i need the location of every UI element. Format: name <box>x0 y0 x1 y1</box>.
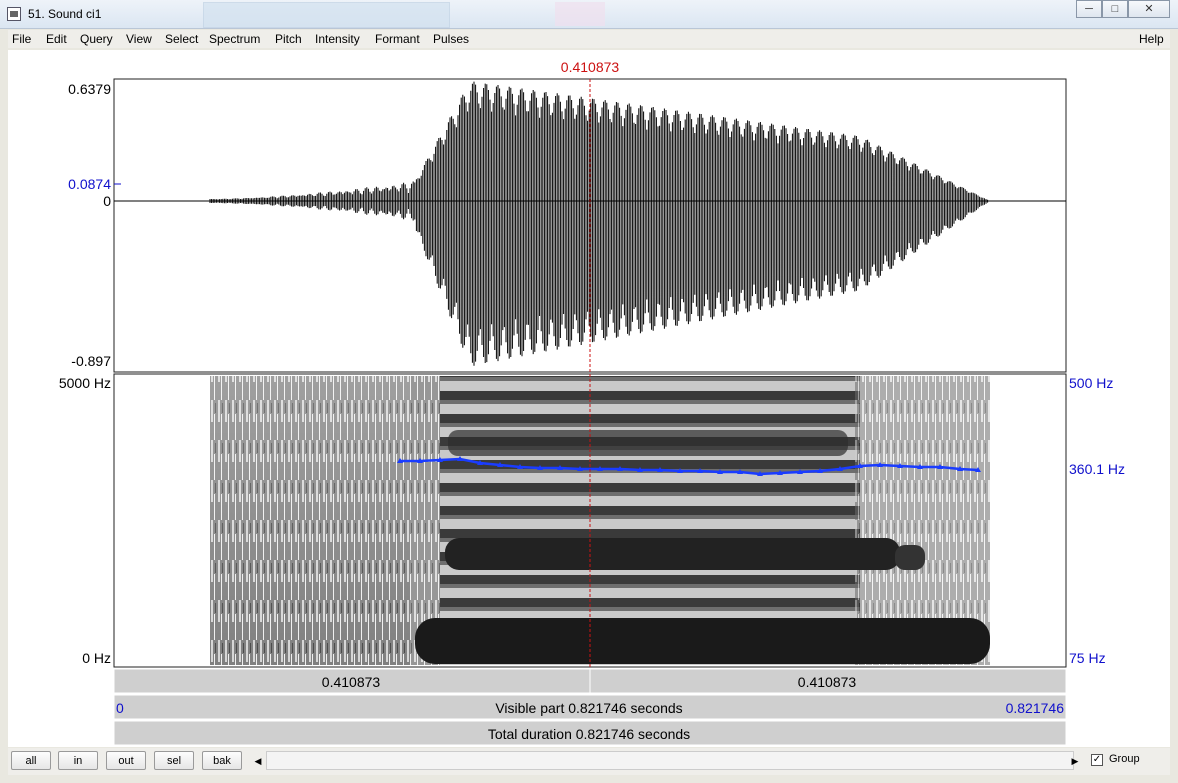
maximize-icon[interactable]: □ <box>1102 0 1128 18</box>
visible-start-label: 0 <box>116 700 124 716</box>
menu-bar: File Edit Query View Select Spectrum Pit… <box>8 30 1170 48</box>
scroll-right-arrow-icon[interactable]: ▶ <box>1069 751 1081 771</box>
bottom-toolbar: all in out sel bak ◀ ▶ ✓ Group <box>8 748 1170 775</box>
waveform-max-label: 0.6379 <box>68 81 111 97</box>
background-window-ghost-2 <box>555 2 605 26</box>
menu-pulses[interactable]: Pulses <box>433 32 469 46</box>
menu-edit[interactable]: Edit <box>46 32 67 46</box>
waveform-cursor-value: 0.0874 <box>68 176 111 192</box>
menu-select[interactable]: Select <box>165 32 198 46</box>
menu-formant[interactable]: Formant <box>375 32 420 46</box>
menu-help[interactable]: Help <box>1139 32 1164 46</box>
window-title: 51. Sound ci1 <box>28 7 102 21</box>
waveform-zero-label: 0 <box>103 193 111 209</box>
background-window-ghost <box>203 2 450 28</box>
cursor-time-label: 0.410873 <box>561 59 620 75</box>
pitch-value-label: 360.1 Hz <box>1069 461 1125 477</box>
spectrogram-bottom-freq: 0 Hz <box>82 650 111 666</box>
minimize-icon[interactable]: ─ <box>1076 0 1102 18</box>
zoom-back-button[interactable]: bak <box>202 751 242 770</box>
waveform-min-label: -0.897 <box>71 353 111 369</box>
spectrogram-image <box>210 376 990 665</box>
menu-spectrum[interactable]: Spectrum <box>209 32 260 46</box>
visible-part-label: Visible part 0.821746 seconds <box>495 700 682 716</box>
zoom-sel-button[interactable]: sel <box>154 751 194 770</box>
left-part-label: 0.410873 <box>322 674 381 690</box>
editor-canvas[interactable]: 0.410873 0.6379 0.0874 0 -0.897 5000 Hz … <box>8 50 1170 747</box>
right-part-label: 0.410873 <box>798 674 857 690</box>
spectrogram-top-freq: 5000 Hz <box>59 375 111 391</box>
menu-query[interactable]: Query <box>80 32 113 46</box>
menu-view[interactable]: View <box>126 32 152 46</box>
pitch-bottom-label: 75 Hz <box>1069 650 1106 666</box>
total-duration-label: Total duration 0.821746 seconds <box>488 726 690 742</box>
menu-file[interactable]: File <box>12 32 31 46</box>
zoom-out-button[interactable]: out <box>106 751 146 770</box>
window-titlebar[interactable]: 51. Sound ci1 ─ □ ✕ <box>0 0 1178 29</box>
zoom-all-button[interactable]: all <box>11 751 51 770</box>
menu-intensity[interactable]: Intensity <box>315 32 360 46</box>
zoom-in-button[interactable]: in <box>58 751 98 770</box>
scroll-left-arrow-icon[interactable]: ◀ <box>252 751 264 771</box>
horizontal-scrollbar[interactable] <box>266 751 1074 770</box>
group-label: Group <box>1109 753 1140 765</box>
app-icon <box>7 7 21 21</box>
menu-pitch[interactable]: Pitch <box>275 32 302 46</box>
visible-end-label: 0.821746 <box>1006 700 1065 716</box>
close-icon[interactable]: ✕ <box>1128 0 1170 18</box>
group-checkbox[interactable]: ✓ <box>1091 754 1103 766</box>
pitch-top-label: 500 Hz <box>1069 375 1113 391</box>
